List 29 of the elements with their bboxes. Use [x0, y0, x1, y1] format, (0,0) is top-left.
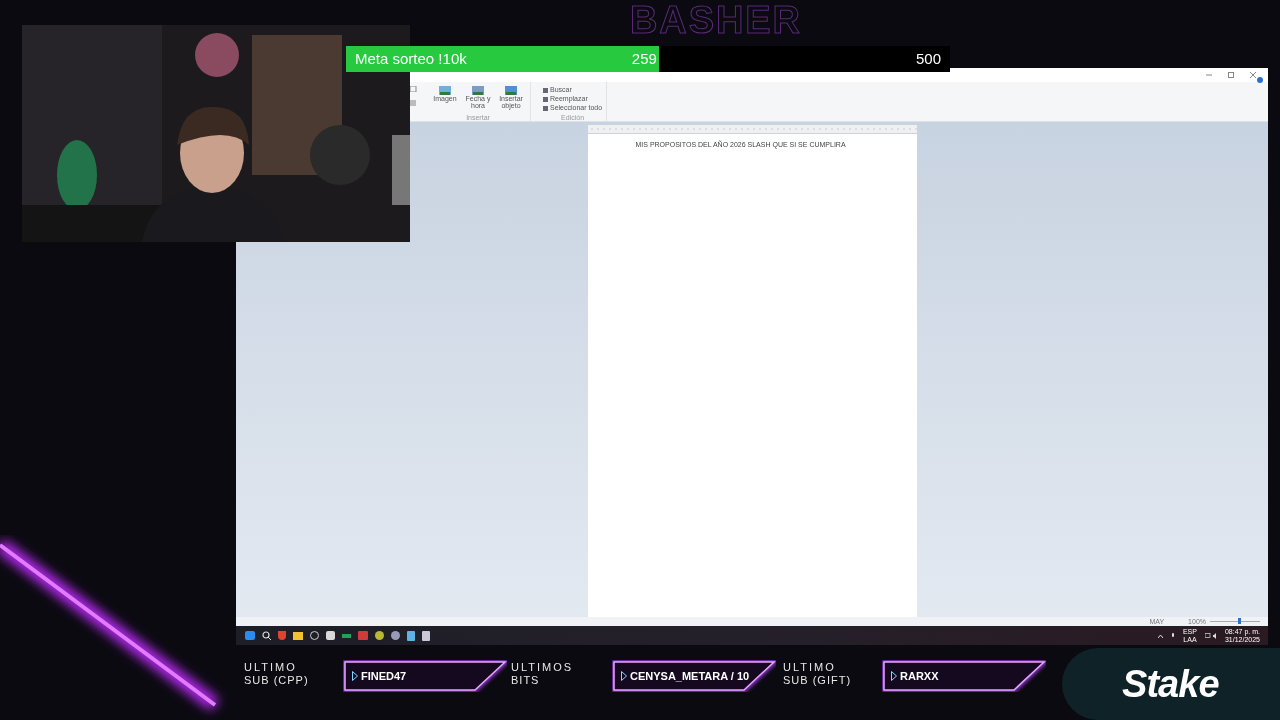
play-icon	[352, 671, 358, 681]
maximize-icon[interactable]	[1228, 72, 1234, 78]
network-volume-icon[interactable]	[1204, 632, 1217, 639]
ticker-label: ULTIMO	[783, 661, 837, 674]
close-icon[interactable]	[1250, 72, 1256, 78]
ticker-label: ULTIMO	[244, 661, 298, 674]
play-icon	[621, 671, 627, 681]
ticker-label: SUB (CPP)	[244, 674, 309, 687]
ticker-value: FINED47	[361, 668, 407, 684]
ticker-value: RARXX	[900, 668, 939, 684]
help-icon[interactable]	[1256, 76, 1264, 84]
shield-icon[interactable]	[278, 631, 286, 640]
play-icon	[891, 671, 897, 681]
ticker-label: SUB (GIFT)	[783, 674, 852, 687]
ticker-label: ULTIMOS	[511, 661, 574, 674]
ticker-label: BITS	[511, 674, 541, 687]
app-icon[interactable]	[407, 630, 415, 641]
ticker-value: CENYSA_METARA / 10	[630, 668, 750, 684]
goal-title: Meta sorteo !10k	[355, 48, 467, 69]
search-icon[interactable]	[262, 631, 271, 640]
slider-thumb[interactable]	[1237, 618, 1241, 624]
sponsor-logo: Stake	[1122, 661, 1219, 707]
app-icon[interactable]	[422, 630, 430, 641]
goal-target: 500	[915, 48, 941, 69]
background-logo: BASHER	[630, 0, 802, 40]
start-icon[interactable]	[245, 631, 255, 640]
folder-icon[interactable]	[293, 631, 303, 640]
goal-current: 259	[631, 48, 657, 69]
chevron-icon[interactable]	[1157, 633, 1163, 638]
